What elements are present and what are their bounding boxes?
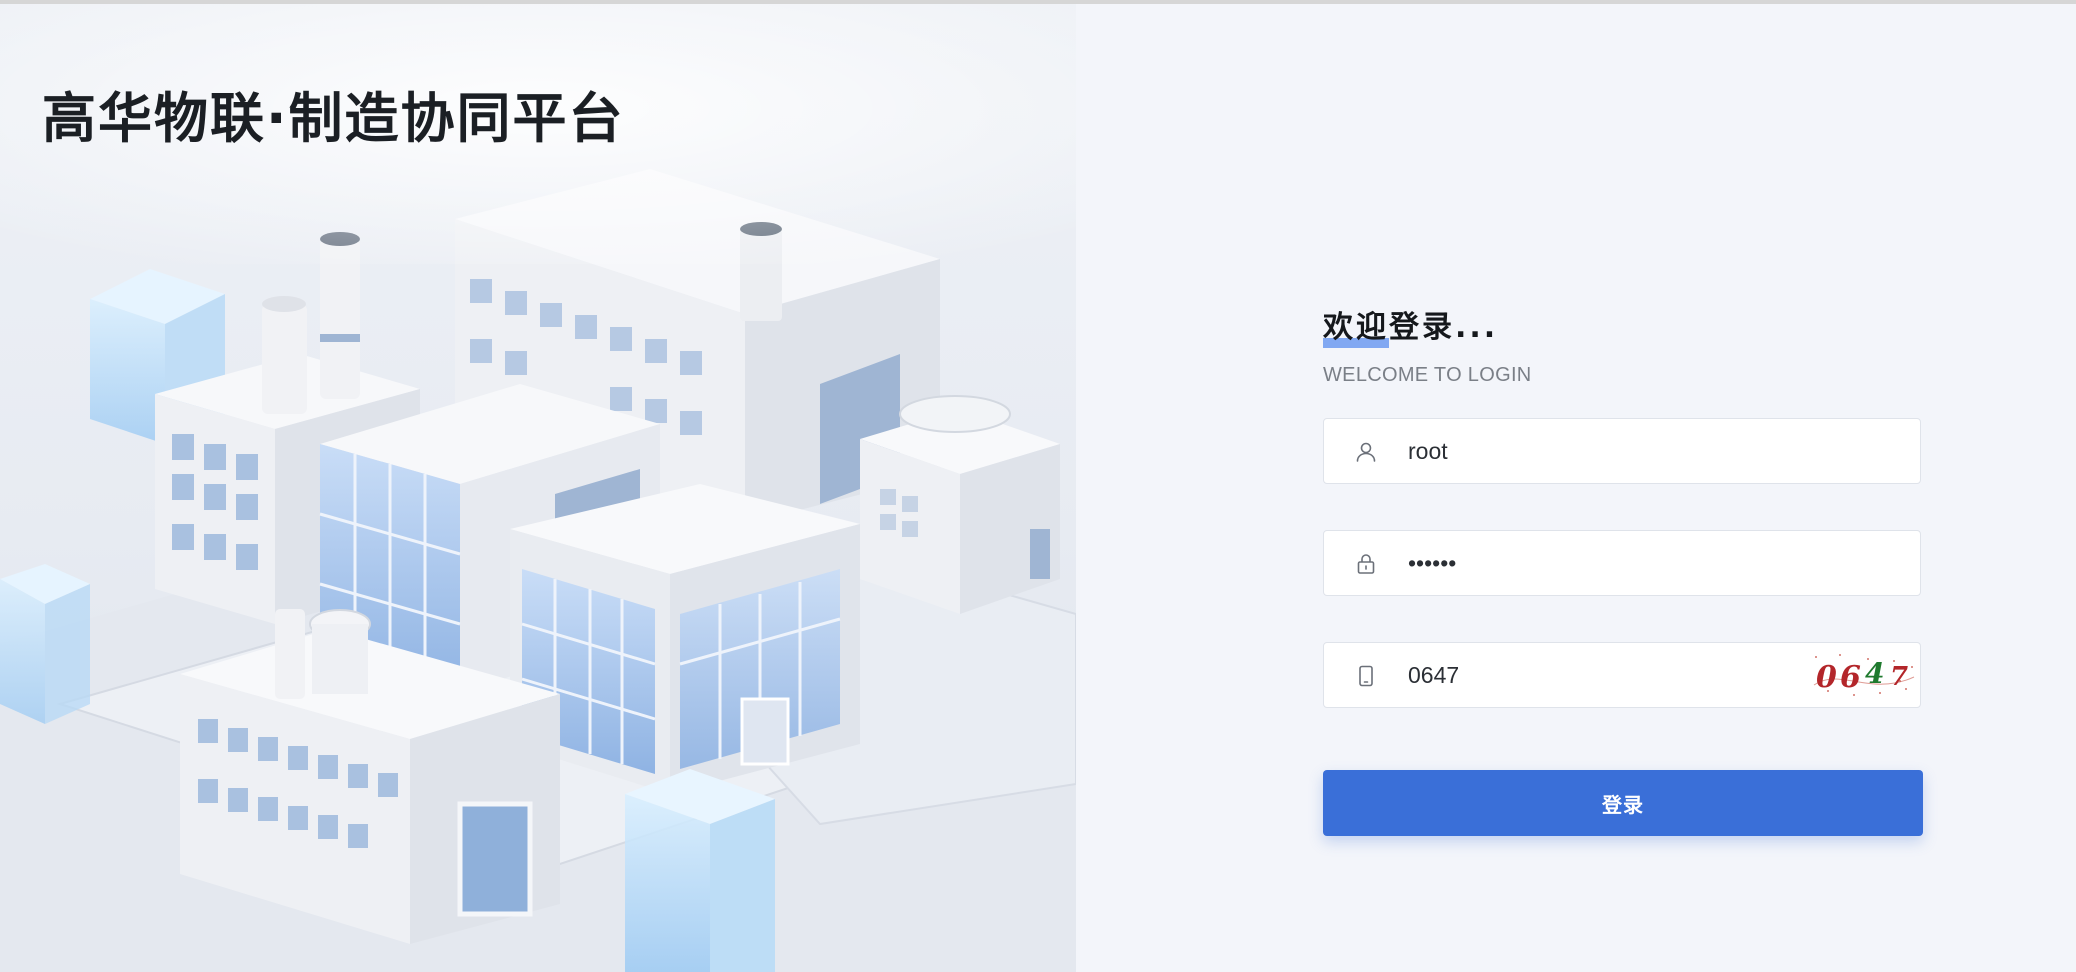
welcome-heading: 欢迎登录... <box>1323 310 1499 345</box>
captcha-input[interactable] <box>1408 643 1808 707</box>
phone-icon <box>1359 665 1373 687</box>
password-input[interactable] <box>1408 531 1808 595</box>
captcha-char-2: 6 <box>1840 660 1861 695</box>
captcha-field[interactable]: 0 6 4 7 <box>1323 642 1921 708</box>
captcha-image[interactable]: 0 6 4 7 <box>1810 647 1918 703</box>
login-form: 欢迎登录... WELCOME TO LOGIN root •••••• 064… <box>1323 306 1923 836</box>
welcome-heading-wrap: 欢迎登录... <box>1323 306 1498 350</box>
password-field[interactable] <box>1323 530 1921 596</box>
lock-icon <box>1357 554 1375 574</box>
welcome-subheading: WELCOME TO LOGIN <box>1323 364 1532 386</box>
username-input[interactable] <box>1408 419 1808 483</box>
factory-illustration-panel: 高华物联·制造协同平台 <box>0 4 1076 972</box>
login-button[interactable]: 登录 <box>1323 770 1923 836</box>
login-page: 高华物联·制造协同平台 欢迎登录... WELCOME TO LOGIN roo… <box>0 0 2076 972</box>
captcha-char-1: 0 <box>1816 660 1837 695</box>
captcha-char-4: 7 <box>1890 662 1908 692</box>
username-field[interactable] <box>1323 418 1921 484</box>
captcha-char-3: 4 <box>1865 657 1884 690</box>
user-icon <box>1356 442 1376 462</box>
platform-title: 高华物联·制造协同平台 <box>42 87 625 150</box>
